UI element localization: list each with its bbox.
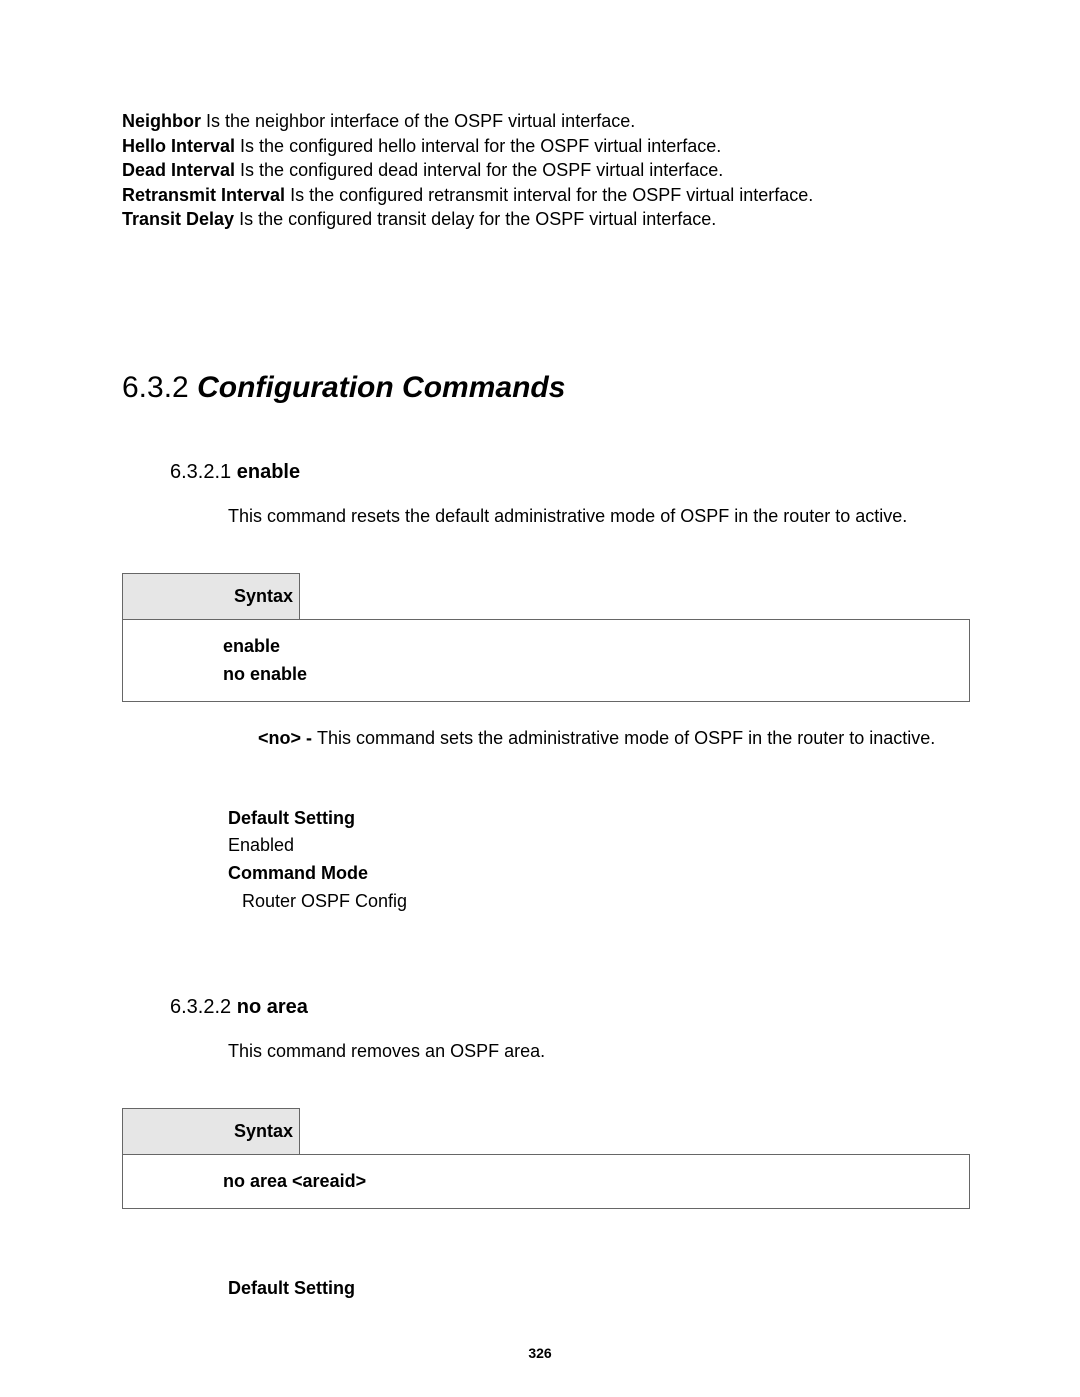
section-title: Configuration Commands [197,371,565,404]
syntax-body: no area <areaid> [123,1155,970,1209]
default-setting-value: Enabled [228,832,970,860]
default-setting-label: Default Setting [228,805,970,833]
definition-term: Dead Interval [122,160,235,180]
note: <no> - This command sets the administrat… [258,728,970,749]
note-text: This command sets the administrative mod… [317,728,935,748]
definition-text: Is the configured dead interval for the … [235,160,723,180]
definition-term: Hello Interval [122,136,235,156]
definition-term: Retransmit Interval [122,185,285,205]
section-heading: 6.3.2 Configuration Commands [122,371,970,405]
subsection-title: no area [237,996,308,1018]
definition-text: Is the neighbor interface of the OSPF vi… [201,111,635,131]
default-setting-label: Default Setting [228,1275,970,1303]
definition-item: Dead Interval Is the configured dead int… [122,159,970,182]
note-tag: <no> - [258,728,317,748]
command-mode-value: Router OSPF Config [242,888,970,916]
definition-term: Neighbor [122,111,201,131]
subsection-description: This command resets the default administ… [228,506,970,527]
subsection-heading: 6.3.2.2 no area [170,996,970,1019]
syntax-label: Syntax [123,573,300,619]
syntax-label: Syntax [123,1109,300,1155]
definition-item: Neighbor Is the neighbor interface of th… [122,110,970,133]
definition-text: Is the configured hello interval for the… [235,136,721,156]
definition-list: Neighbor Is the neighbor interface of th… [122,110,970,231]
syntax-spacer [300,573,970,619]
syntax-table: Syntax enable no enable [122,573,970,702]
page-number: 326 [0,1345,1080,1361]
command-mode-label: Command Mode [228,860,970,888]
definition-item: Hello Interval Is the configured hello i… [122,135,970,158]
syntax-body: enable no enable [123,619,970,701]
syntax-line: no area <areaid> [223,1168,969,1195]
settings-block: Default Setting [228,1275,970,1303]
syntax-spacer [300,1109,970,1155]
definition-term: Transit Delay [122,209,234,229]
page: Neighbor Is the neighbor interface of th… [0,0,1080,1397]
subsection-number: 6.3.2.2 [170,996,231,1018]
syntax-line: no enable [223,661,969,688]
subsection-number: 6.3.2.1 [170,461,231,483]
subsection-title: enable [237,461,300,483]
subsection-heading: 6.3.2.1 enable [170,461,970,484]
syntax-line: enable [223,633,969,660]
definition-item: Retransmit Interval Is the configured re… [122,184,970,207]
definition-item: Transit Delay Is the configured transit … [122,208,970,231]
subsection-description: This command removes an OSPF area. [228,1041,970,1062]
definition-text: Is the configured retransmit interval fo… [285,185,813,205]
settings-block: Default Setting Enabled Command Mode Rou… [228,805,970,917]
definition-text: Is the configured transit delay for the … [234,209,716,229]
syntax-table: Syntax no area <areaid> [122,1108,970,1209]
section-number: 6.3.2 [122,371,189,404]
